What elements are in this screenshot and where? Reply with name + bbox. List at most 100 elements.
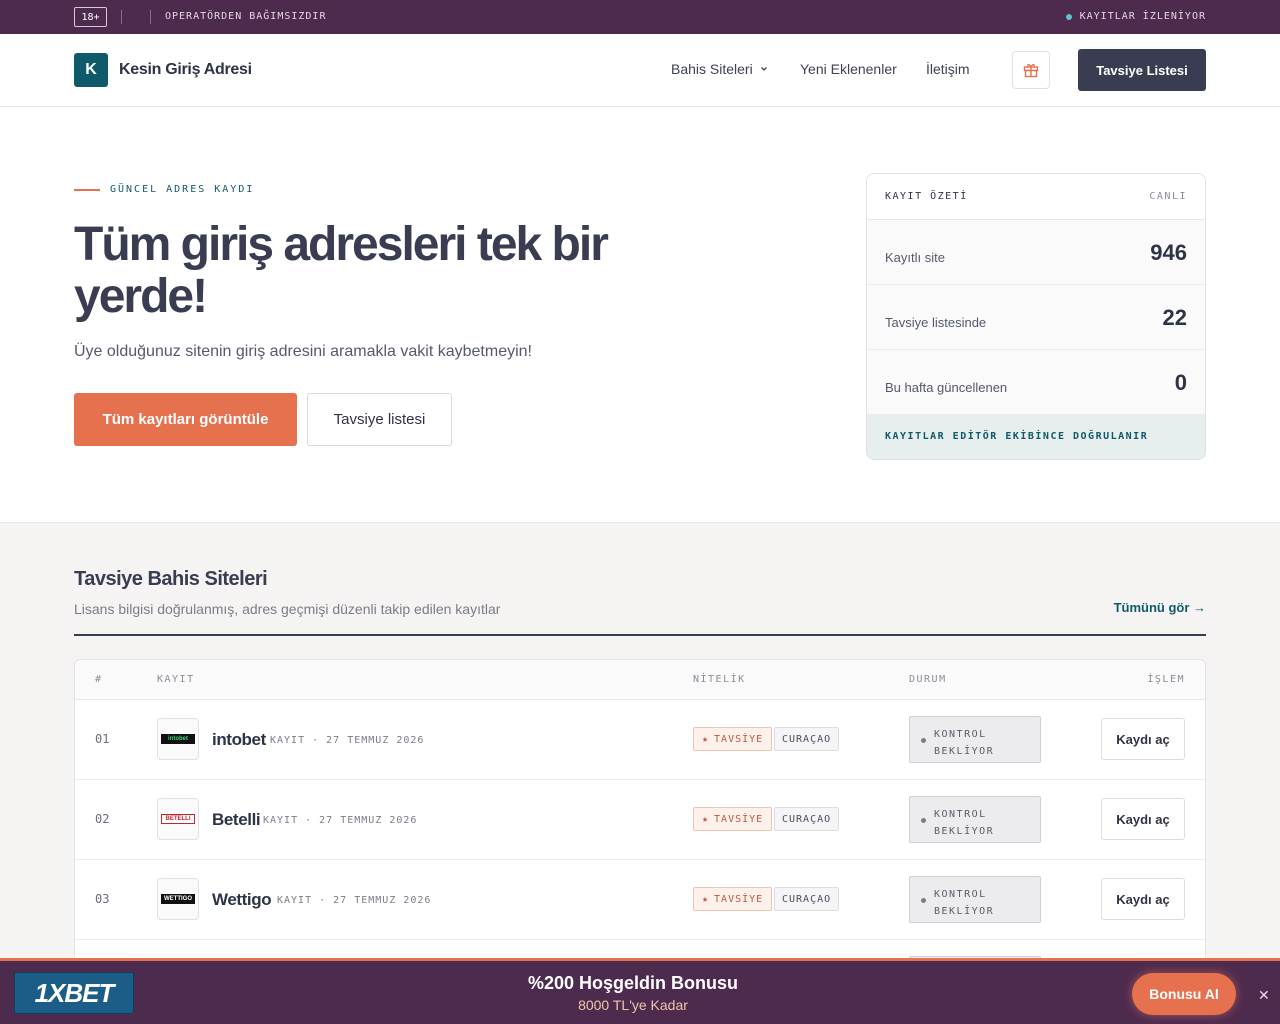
star-icon: ★ bbox=[702, 893, 710, 905]
bonus-subtitle: 8000 TL'ye Kadar bbox=[578, 997, 688, 1013]
chevron-down-icon bbox=[760, 67, 767, 71]
table-row: 01 intobet intobet KAYIT · 27 TEMMUZ 202… bbox=[75, 700, 1205, 780]
nav-label: Bahis Siteleri bbox=[671, 61, 753, 77]
summary-value: 946 bbox=[1150, 240, 1187, 265]
brand-name[interactable]: Kesin Giriş Adresi bbox=[119, 61, 252, 79]
status-line: BEKLİYOR bbox=[934, 746, 995, 757]
summary-value: 22 bbox=[1162, 305, 1187, 330]
hero-subtitle: Üye olduğunuz sitenin giriş adresini ara… bbox=[74, 343, 532, 360]
independence-notice: OPERATÖRDEN BAĞIMSIZDIR bbox=[165, 11, 327, 22]
row-number: 02 bbox=[95, 812, 110, 826]
logo-mark[interactable]: K bbox=[74, 53, 108, 87]
wettigo-logo: WETTIGO bbox=[161, 894, 195, 904]
tracking-status-text: KAYITLAR İZLENİYOR bbox=[1079, 11, 1206, 22]
open-record-button[interactable]: Kaydı aç bbox=[1101, 878, 1185, 920]
summary-row: Tavsiye listesinde 22 bbox=[867, 285, 1205, 350]
summary-label: Bu hafta güncellenen bbox=[885, 380, 1008, 395]
site-logo: WETTIGO bbox=[157, 878, 199, 920]
site-name[interactable]: Betelli bbox=[212, 810, 261, 830]
view-all-records-button[interactable]: Tüm kayıtları görüntüle bbox=[74, 393, 297, 446]
gift-icon bbox=[1023, 63, 1039, 78]
nav-yeni-eklenenler[interactable]: Yeni Eklenenler bbox=[800, 61, 897, 77]
recommended-tag: ★ TAVSİYE bbox=[693, 727, 773, 751]
nav-iletisim[interactable]: İletişim bbox=[926, 61, 970, 77]
summary-label: Kayıtlı site bbox=[885, 250, 945, 265]
status-dot-icon bbox=[921, 898, 926, 903]
live-badge: CANLI bbox=[1149, 191, 1187, 202]
eyebrow-text: GÜNCEL ADRES KAYDI bbox=[110, 184, 255, 195]
intobet-logo: intobet bbox=[161, 734, 195, 744]
eyebrow-line bbox=[74, 188, 100, 191]
summary-footer: KAYITLAR EDİTÖR EKİBİNCE DOĞRULANIR bbox=[867, 415, 1205, 459]
status-line: KONTROL bbox=[934, 809, 987, 820]
record-date: KAYIT · 27 TEMMUZ 2026 bbox=[263, 815, 418, 826]
section-title: Tavsiye Bahis Siteleri bbox=[74, 568, 268, 590]
status-badge: KONTROL BEKLİYOR bbox=[909, 716, 1041, 763]
column-header: DURUM bbox=[909, 674, 947, 685]
tag-label: TAVSİYE bbox=[714, 733, 764, 745]
open-record-button[interactable]: Kaydı aç bbox=[1101, 718, 1185, 760]
recommendation-list-button[interactable]: Tavsiye listesi bbox=[307, 393, 452, 446]
close-icon[interactable]: ✕ bbox=[1258, 987, 1270, 1004]
summary-row: Kayıtlı site 946 bbox=[867, 220, 1205, 285]
betelli-logo: BETELLI bbox=[161, 814, 195, 824]
record-date: KAYIT · 27 TEMMUZ 2026 bbox=[270, 735, 425, 746]
top-strip: 18+ OPERATÖRDEN BAĞIMSIZDIR KAYITLAR İZL… bbox=[0, 0, 1280, 34]
claim-bonus-button[interactable]: Bonusu Al bbox=[1132, 973, 1236, 1015]
tag-label: TAVSİYE bbox=[714, 893, 764, 905]
recommended-tag: ★ TAVSİYE bbox=[693, 887, 773, 911]
bonus-banner: 1XBET %200 Hoşgeldin Bonusu 8000 TL'ye K… bbox=[0, 958, 1280, 1024]
status-line: BEKLİYOR bbox=[934, 826, 995, 837]
divider bbox=[121, 10, 122, 24]
site-name[interactable]: intobet bbox=[212, 730, 266, 750]
status-badge: KONTROL BEKLİYOR bbox=[909, 796, 1041, 843]
verification-note: KAYITLAR EDİTÖR EKİBİNCE DOĞRULANIR bbox=[885, 431, 1149, 442]
section-divider bbox=[74, 634, 1206, 636]
recommended-list-button[interactable]: Tavsiye Listesi bbox=[1078, 49, 1206, 91]
status-line: KONTROL bbox=[934, 889, 987, 900]
row-number: 03 bbox=[95, 892, 110, 906]
summary-label: Tavsiye listesinde bbox=[885, 315, 987, 330]
site-name[interactable]: Wettigo bbox=[212, 890, 272, 910]
status-dot-icon bbox=[921, 818, 926, 823]
summary-row: Bu hafta güncellenen 0 bbox=[867, 350, 1205, 415]
bonus-title: %200 Hoşgeldin Bonusu bbox=[527, 973, 739, 993]
record-date: KAYIT · 27 TEMMUZ 2026 bbox=[277, 895, 432, 906]
status-badge: KONTROL BEKLİYOR bbox=[909, 876, 1041, 923]
star-icon: ★ bbox=[702, 733, 710, 745]
column-header: # bbox=[95, 674, 103, 685]
star-icon: ★ bbox=[702, 813, 710, 825]
record-summary-card: KAYIT ÖZETİ CANLI Kayıtlı site 946 Tavsi… bbox=[866, 173, 1206, 460]
status-line: BEKLİYOR bbox=[934, 906, 995, 917]
gift-button[interactable] bbox=[1012, 51, 1050, 89]
status-dot-icon bbox=[921, 738, 926, 743]
age-badge: 18+ bbox=[74, 7, 107, 27]
table-header: # KAYIT NİTELİK DURUM İŞLEM bbox=[75, 660, 1205, 700]
nav-bahis-siteleri[interactable]: Bahis Siteleri bbox=[671, 61, 769, 77]
status-line: KONTROL bbox=[934, 729, 987, 740]
live-dot-icon bbox=[1065, 13, 1072, 20]
license-tag: CURAÇAO bbox=[774, 807, 840, 831]
tag-label: TAVSİYE bbox=[714, 813, 764, 825]
section-subtitle: Lisans bilgisi doğrulanmış, adres geçmiş… bbox=[74, 601, 501, 617]
site-logo: intobet bbox=[157, 718, 199, 760]
summary-title: KAYIT ÖZETİ bbox=[885, 191, 968, 202]
divider bbox=[150, 10, 151, 24]
open-record-button[interactable]: Kaydı aç bbox=[1101, 798, 1185, 840]
license-tag: CURAÇAO bbox=[774, 727, 840, 751]
table-row: 02 BETELLI Betelli KAYIT · 27 TEMMUZ 202… bbox=[75, 780, 1205, 860]
recommended-tag: ★ TAVSİYE bbox=[693, 807, 773, 831]
row-number: 01 bbox=[95, 732, 110, 746]
tracking-status: KAYITLAR İZLENİYOR bbox=[1065, 11, 1206, 22]
recommended-sites-section: Tavsiye Bahis Siteleri Lisans bilgisi do… bbox=[0, 522, 1280, 1024]
site-header: K Kesin Giriş Adresi Bahis Siteleri Yeni… bbox=[0, 34, 1280, 107]
see-all-link[interactable]: Tümünü gör → bbox=[1114, 600, 1206, 615]
status-text: KONTROL BEKLİYOR bbox=[934, 886, 994, 920]
summary-value: 0 bbox=[1174, 370, 1187, 395]
site-logo: BETELLI bbox=[157, 798, 199, 840]
hero-title: Tüm giriş adresleri tek bir yerde! bbox=[74, 218, 609, 323]
table-row: 03 WETTIGO Wettigo KAYIT · 27 TEMMUZ 202… bbox=[75, 860, 1205, 940]
column-header: KAYIT bbox=[157, 674, 195, 685]
summary-header: KAYIT ÖZETİ CANLI bbox=[867, 174, 1205, 220]
license-tag: CURAÇAO bbox=[774, 887, 840, 911]
